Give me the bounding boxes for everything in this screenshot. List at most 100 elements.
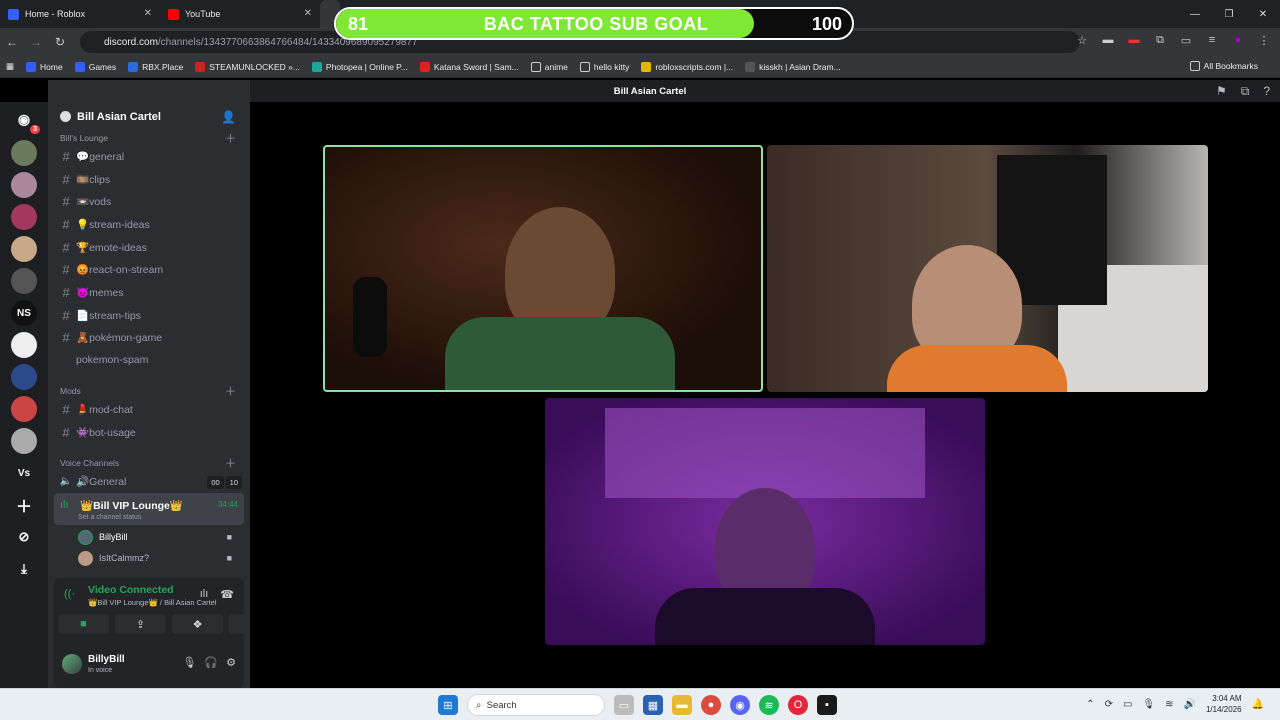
voice-member[interactable]: IsItCalmmz? ■ — [78, 548, 242, 568]
close-tab-icon[interactable]: ✕ — [304, 8, 312, 19]
discord-home-icon[interactable]: ◉ 3 — [11, 106, 40, 134]
channel-pokemon-game[interactable]: # 🧸pokémon-game — [56, 327, 244, 347]
category-mods[interactable]: Mods — [60, 386, 81, 396]
camera-button[interactable]: ■ — [58, 614, 109, 634]
star-icon[interactable]: ☆ — [1074, 34, 1090, 50]
add-channel-icon[interactable]: ＋ — [225, 383, 236, 399]
help-icon[interactable]: ? — [1263, 84, 1270, 99]
minimize-icon[interactable]: — — [1178, 0, 1212, 28]
channel-clips[interactable]: # 🎞️clips — [56, 169, 244, 189]
chevron-up-icon[interactable]: ⌃ — [1086, 699, 1094, 710]
voice-channel-vip-lounge[interactable]: ılı 👑Bill VIP Lounge👑 Set a channel stat… — [54, 493, 244, 525]
bookmark-steamunlocked[interactable]: STEAMUNLOCKED »... — [195, 61, 300, 72]
more-icon[interactable]: ⋮ — [1256, 34, 1272, 50]
clock[interactable]: 3:04 AM 1/14/2026 — [1206, 693, 1242, 715]
server-icon[interactable] — [11, 140, 37, 166]
add-server-icon[interactable]: ＋ — [11, 492, 37, 518]
channel-pokemon-spam[interactable]: pokemon-spam — [56, 350, 244, 370]
video-tile[interactable] — [545, 398, 985, 645]
server-icon-ns[interactable]: NS — [11, 300, 37, 326]
channel-general[interactable]: # 💬general — [56, 146, 244, 166]
server-icon-vs[interactable]: Vs — [11, 460, 37, 486]
task-view-icon[interactable]: ▭ — [614, 695, 634, 715]
channel-stream-ideas[interactable]: # 💡stream-ideas — [56, 214, 244, 234]
server-icon[interactable] — [11, 364, 37, 390]
discover-icon[interactable]: ⊘ — [11, 524, 37, 550]
discord-icon[interactable]: ◉ — [730, 695, 750, 715]
activities-button[interactable]: ❖ — [172, 614, 223, 634]
server-header[interactable]: Bill Asian Cartel 👤 — [48, 108, 250, 130]
profile-icon[interactable]: ● — [1230, 34, 1246, 50]
voice-member[interactable]: BillyBill ■ — [78, 527, 242, 547]
channel-emote-ideas[interactable]: # 🏆emote-ideas — [56, 237, 244, 257]
add-channel-icon[interactable]: ＋ — [225, 130, 236, 146]
category-lounge[interactable]: Bill's Lounge — [60, 133, 108, 143]
puzzle-icon[interactable]: ⧉ — [1152, 34, 1168, 50]
file-explorer-icon[interactable]: ▬ — [672, 695, 692, 715]
extension-icon[interactable]: ▬ — [1126, 34, 1142, 50]
channel-mod-chat[interactable]: # 💄mod-chat — [56, 399, 244, 419]
reload-icon[interactable]: ↻ — [48, 35, 72, 49]
bookmark-robloxscripts[interactable]: robloxscripts.com |... — [641, 61, 733, 72]
tab-roblox[interactable]: Home - Roblox ✕ — [0, 0, 160, 28]
mic-icon[interactable]: 🎙 — [1142, 699, 1155, 710]
server-icon[interactable] — [11, 268, 37, 294]
app-icon[interactable]: ▪ — [817, 695, 837, 715]
store-icon[interactable]: ▦ — [643, 695, 663, 715]
channel-memes[interactable]: # 😈memes — [56, 282, 244, 302]
server-icon[interactable] — [11, 236, 37, 262]
server-icon[interactable] — [11, 396, 37, 422]
bookmark-hello-kitty[interactable]: hello kitty — [579, 61, 629, 72]
signal-icon[interactable]: ((· — [64, 588, 75, 600]
video-tile[interactable] — [767, 145, 1208, 392]
channel-vods[interactable]: # 📼vods — [56, 191, 244, 211]
popout-icon[interactable]: ⧉ — [1241, 84, 1250, 99]
server-icon[interactable] — [11, 428, 37, 454]
windows-start-icon[interactable]: ⊞ — [438, 695, 458, 715]
taskbar-search[interactable]: ⌕ Search — [467, 694, 605, 716]
maximize-icon[interactable]: ❐ — [1212, 0, 1246, 28]
sync-icon[interactable]: ⟳ — [1105, 699, 1113, 710]
bookmark-katana[interactable]: Katana Sword | Sam... — [419, 61, 519, 72]
opera-icon[interactable]: O — [788, 695, 808, 715]
chrome-icon[interactable]: ● — [701, 695, 721, 715]
video-tile[interactable] — [323, 145, 763, 392]
extension-icon[interactable]: ▬ — [1100, 34, 1116, 50]
bookmark-rbxplace[interactable]: RBX.Place — [128, 61, 183, 72]
back-icon[interactable]: ← — [0, 35, 24, 49]
connection-channel[interactable]: 👑Bill VIP Lounge👑 / Bill Asian Cartel — [88, 598, 217, 607]
channel-status[interactable]: Set a channel status — [78, 514, 141, 521]
apps-icon[interactable]: ▦ — [6, 61, 14, 72]
user-panel[interactable]: BillyBill In voice 🎙 🎧 ⚙ — [62, 650, 236, 680]
server-icon[interactable] — [11, 172, 37, 198]
wifi-icon[interactable]: ≋ — [1165, 699, 1173, 710]
settings-gear-icon[interactable]: ⚙ — [226, 656, 236, 669]
close-tab-icon[interactable]: ✕ — [144, 8, 152, 19]
bookmark-kisskh[interactable]: kisskh | Asian Dram... — [745, 61, 841, 72]
channel-react-on-stream[interactable]: # 😡react-on-stream — [56, 259, 244, 279]
microphone-icon[interactable]: 🎙 — [182, 656, 196, 669]
channel-stream-tips[interactable]: # 📄stream-tips — [56, 305, 244, 325]
cast-icon[interactable]: ▭ — [1178, 34, 1194, 50]
spotify-icon[interactable]: ≋ — [759, 695, 779, 715]
download-icon[interactable]: ⤓ — [11, 556, 37, 582]
volume-icon[interactable]: 🔊 — [1184, 699, 1196, 710]
bookmark-games[interactable]: Games — [74, 61, 116, 72]
tab-youtube[interactable]: YouTube ✕ — [160, 0, 320, 28]
add-channel-icon[interactable]: ＋ — [225, 455, 236, 471]
flag-icon[interactable]: ⚑ — [1216, 84, 1227, 99]
channel-bot-usage[interactable]: # 👾bot-usage — [56, 422, 244, 442]
bookmark-home[interactable]: Home — [26, 61, 63, 72]
category-voice[interactable]: Voice Channels — [60, 458, 119, 468]
server-icon[interactable] — [11, 332, 37, 358]
bookmark-photopea[interactable]: Photopea | Online P... — [311, 61, 408, 72]
noise-suppression-icon[interactable]: ılı — [200, 588, 209, 601]
close-window-icon[interactable]: ✕ — [1246, 0, 1280, 28]
notifications-bell-icon[interactable]: 🔔 — [1252, 699, 1264, 710]
headphones-icon[interactable]: 🎧 — [204, 656, 218, 669]
menu-icon[interactable]: ≡ — [1204, 34, 1220, 50]
bookmark-anime[interactable]: anime — [530, 61, 568, 72]
forward-icon[interactable]: → — [24, 35, 48, 49]
screen-share-button[interactable]: ⇪ — [115, 614, 166, 634]
notification-icon[interactable]: ▭ — [1123, 699, 1132, 710]
